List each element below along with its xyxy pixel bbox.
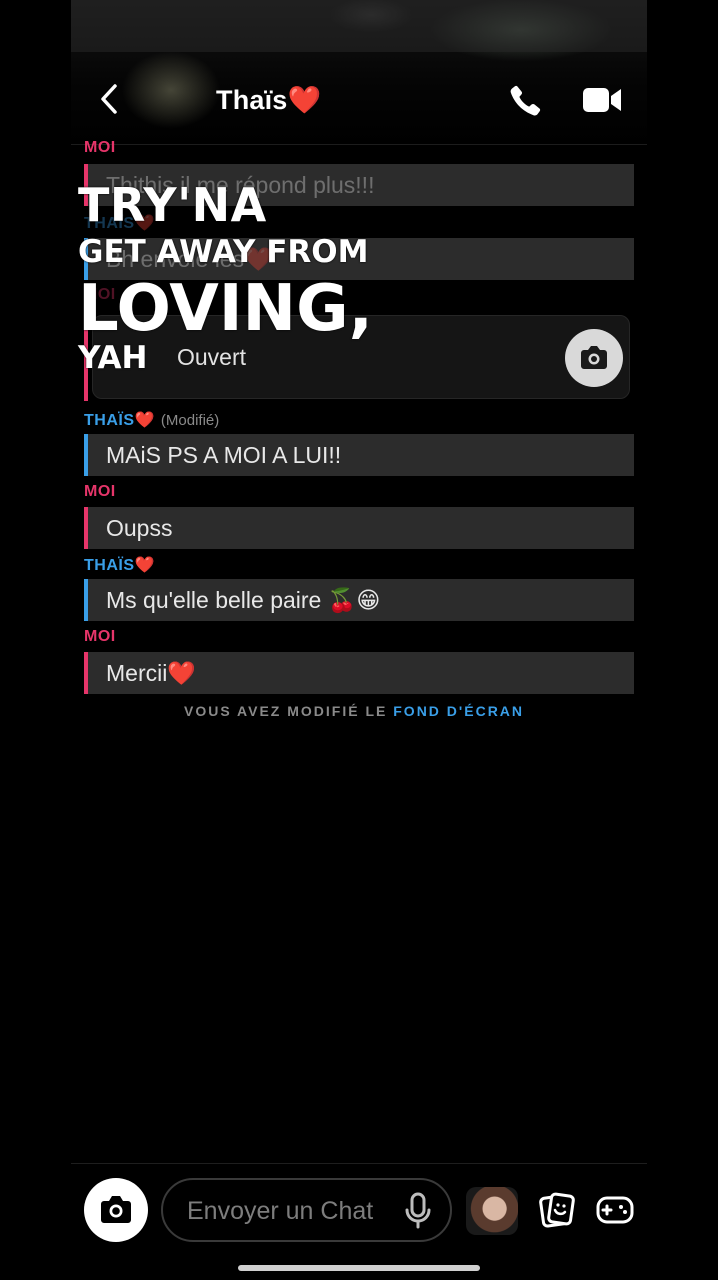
message-text: Ms qu'elle belle paire 🍒😁 xyxy=(106,587,381,613)
sticker-icon[interactable] xyxy=(538,1191,576,1229)
sender-label: MOI xyxy=(84,139,116,156)
contact-name[interactable]: Thaïs❤️ xyxy=(216,84,321,116)
sender-label: MOI xyxy=(84,483,116,500)
wallpaper-link[interactable]: FOND D'ÉCRAN xyxy=(393,703,524,719)
message-text: Oupss xyxy=(106,515,173,541)
camera-button[interactable] xyxy=(84,1178,148,1242)
notice-text: VOUS AVEZ MODIFIÉ LE xyxy=(184,703,388,719)
gamepad-icon[interactable] xyxy=(596,1193,634,1227)
chat-header: Thaïs❤️ xyxy=(71,70,647,128)
message-text: MAiS PS A MOI A LUI!! xyxy=(106,442,342,468)
camera-icon xyxy=(581,346,607,369)
bitmoji-avatar[interactable] xyxy=(466,1187,518,1235)
lyric-line: TRY'NA xyxy=(78,178,267,232)
lyric-line: LOVING, xyxy=(78,272,373,346)
message-bubble[interactable]: Ms qu'elle belle paire 🍒😁 xyxy=(84,579,634,621)
home-indicator[interactable] xyxy=(238,1265,480,1271)
header-divider xyxy=(71,144,647,145)
wallpaper-changed-notice: VOUS AVEZ MODIFIÉ LE FOND D'ÉCRAN xyxy=(184,703,524,719)
video-camera-icon[interactable] xyxy=(581,84,623,116)
sender-label: MOI xyxy=(84,628,116,645)
lyric-line: GET AWAY FROM xyxy=(78,234,369,270)
composer-divider xyxy=(71,1163,647,1164)
message-bubble[interactable]: MAiS PS A MOI A LUI!! xyxy=(84,434,634,476)
snap-reply-button[interactable] xyxy=(565,329,623,387)
sender-label: THAÏS❤️ xyxy=(84,557,155,574)
chat-input-placeholder: Envoyer un Chat xyxy=(187,1197,374,1225)
phone-icon[interactable] xyxy=(507,81,545,119)
modified-label: (Modifié) xyxy=(160,412,220,429)
camera-icon xyxy=(101,1196,131,1223)
message-bubble[interactable]: Mercii❤️ xyxy=(84,652,634,694)
chat-input[interactable]: Envoyer un Chat xyxy=(161,1178,452,1242)
lyric-line: YAH xyxy=(78,340,148,376)
message-text: Mercii❤️ xyxy=(106,660,196,686)
chevron-left-icon[interactable] xyxy=(93,80,127,118)
message-bubble[interactable]: Oupss xyxy=(84,507,634,549)
microphone-icon[interactable] xyxy=(403,1192,433,1230)
snap-status: Ouvert xyxy=(177,344,247,370)
sender-name: THAÏS❤️ xyxy=(84,412,155,429)
sender-label: THAÏS❤️ (Modifié) xyxy=(84,410,219,430)
